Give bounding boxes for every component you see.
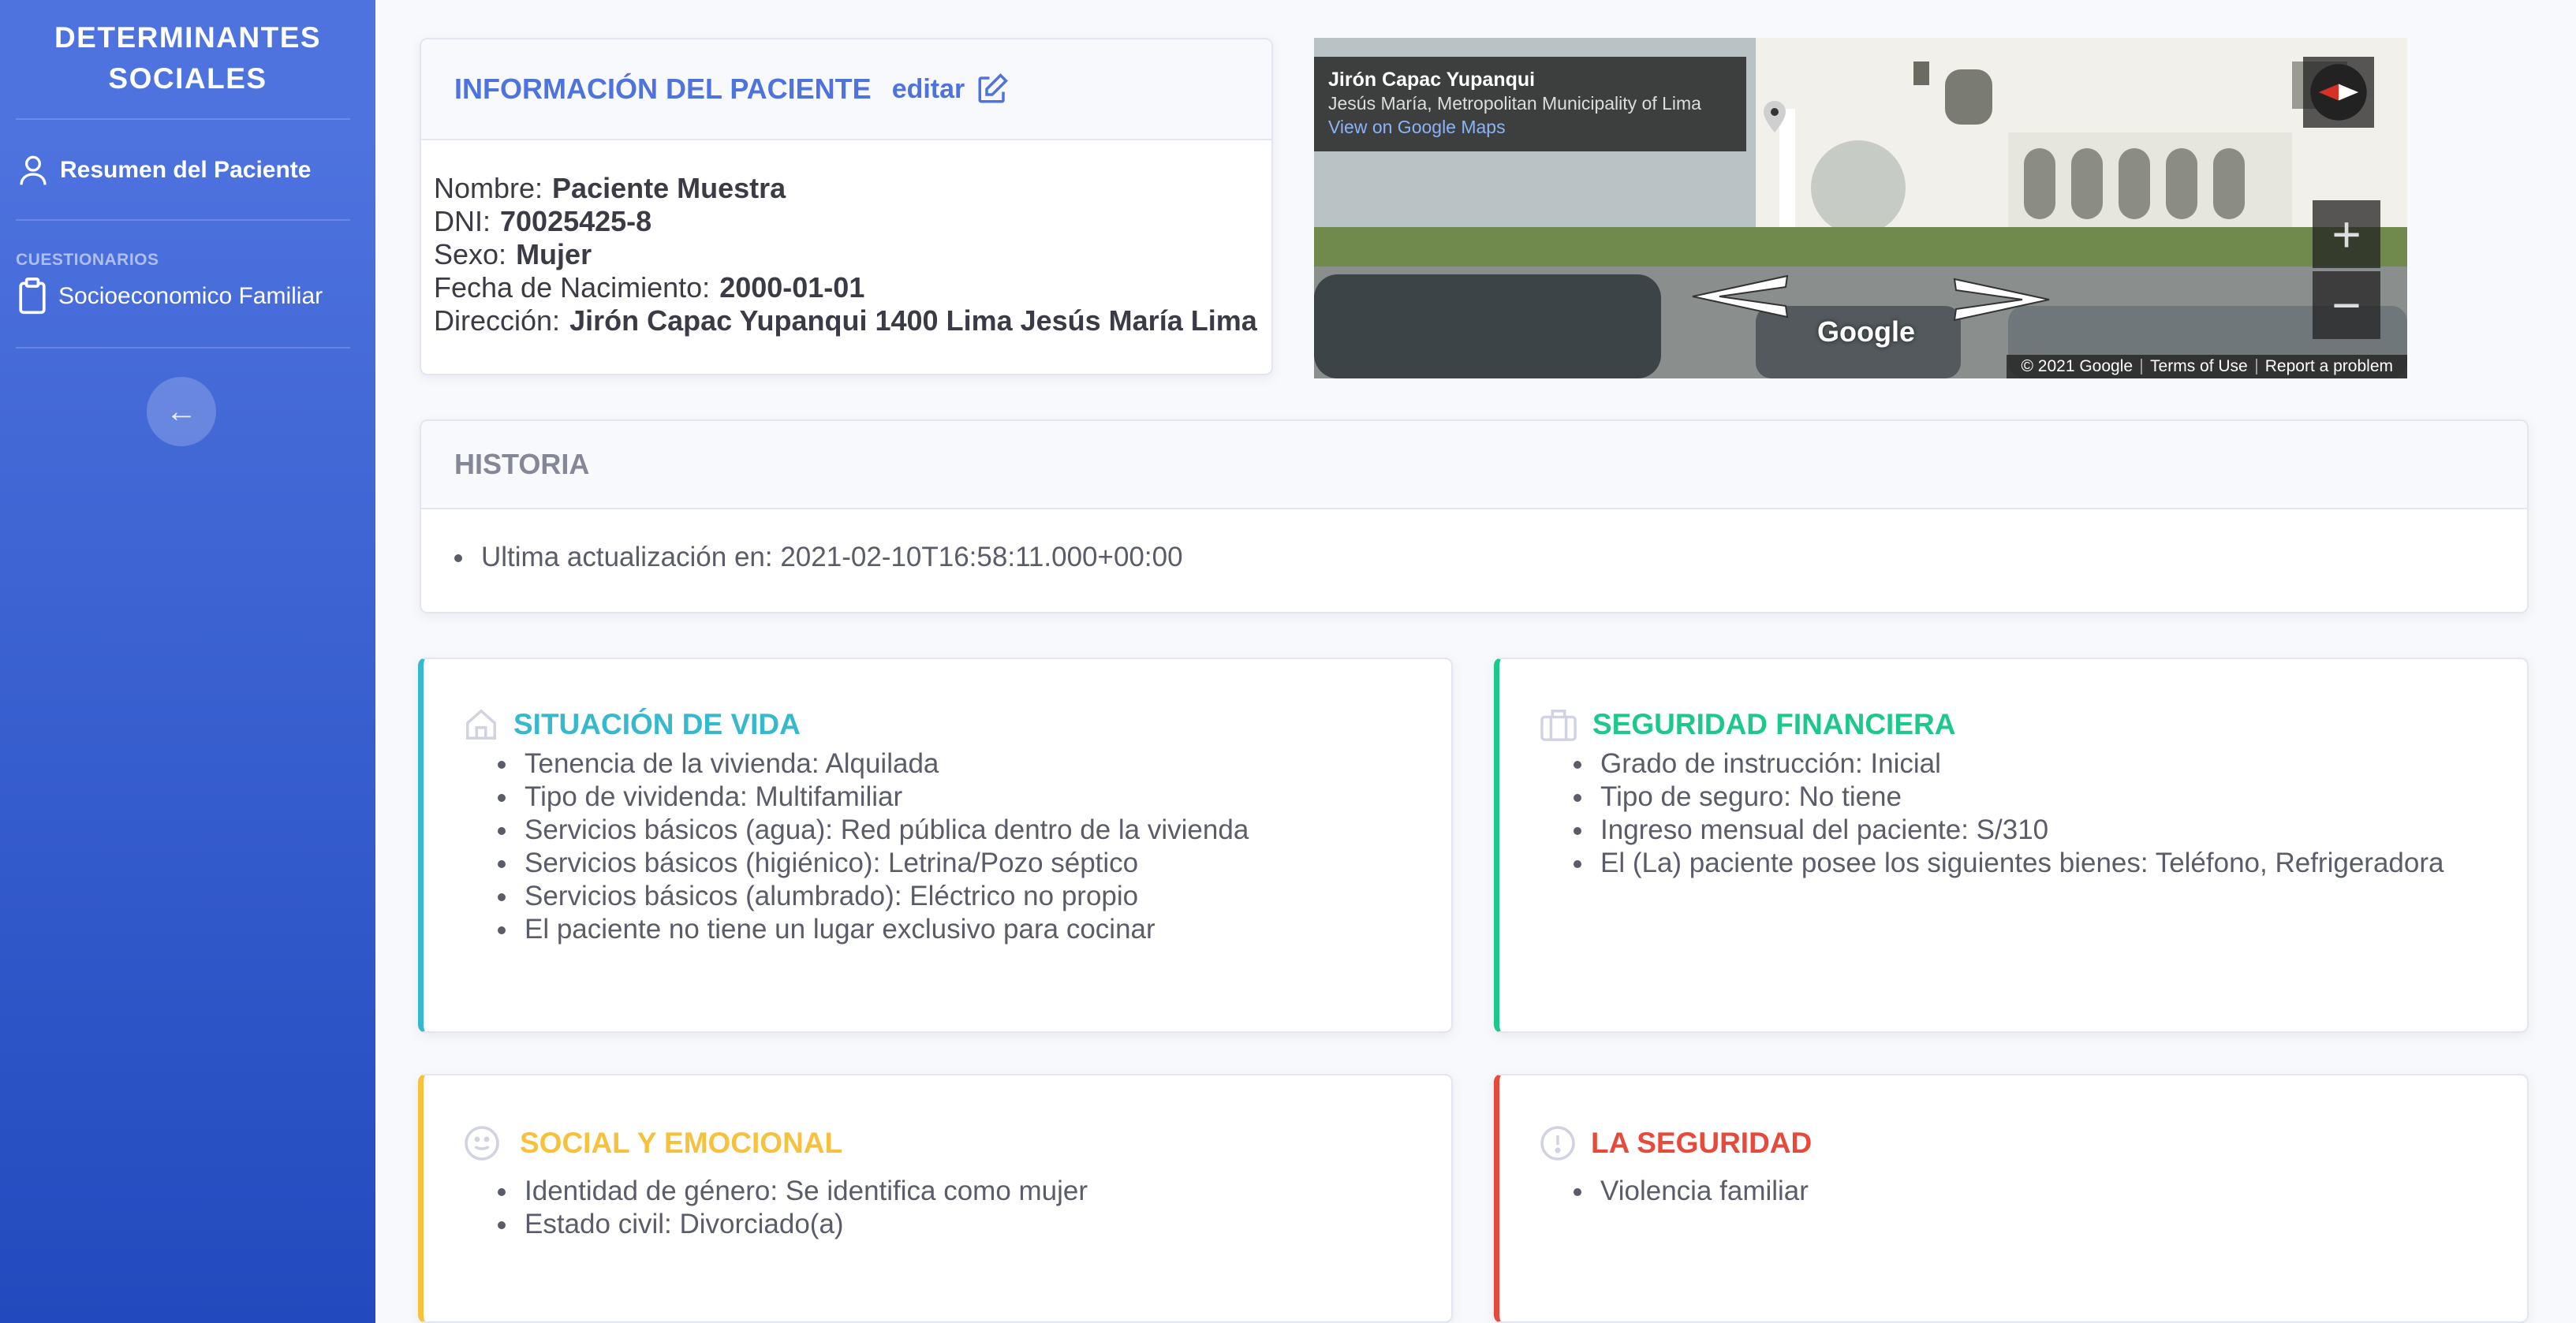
field-label: Dirección: bbox=[434, 304, 561, 337]
compass-icon bbox=[2310, 64, 2367, 121]
list-item: Tipo de vividenda: Multifamiliar bbox=[488, 781, 1249, 814]
list-item: Tenencia de la vivienda: Alquilada bbox=[488, 747, 1249, 781]
brand-line-1: DETERMINANTES bbox=[54, 21, 322, 54]
compass-control[interactable] bbox=[2303, 57, 2374, 128]
nav-item-patient-summary[interactable]: Resumen del Paciente bbox=[17, 153, 311, 188]
list-item: Estado civil: Divorciado(a) bbox=[488, 1208, 1088, 1241]
sidebar-toggle-button[interactable]: ← bbox=[147, 377, 216, 446]
list-item: Servicios básicos (alumbrado): Eléctrico… bbox=[488, 880, 1249, 913]
sidebar: DETERMINANTES SOCIALES Resumen del Pacie… bbox=[0, 0, 375, 1323]
history-title: HISTORIA bbox=[454, 448, 590, 480]
safety-card: LA SEGURIDAD Violencia familiar bbox=[1494, 1074, 2529, 1323]
list-item: Violencia familiar bbox=[1564, 1175, 1809, 1208]
patient-address: Jirón Capac Yupanqui 1400 Lima Jesús Mar… bbox=[569, 304, 1257, 337]
brand-line-2: SOCIALES bbox=[108, 62, 267, 95]
list-item: Servicios básicos (higiénico): Letrina/P… bbox=[488, 847, 1249, 880]
zoom-out-button[interactable]: − bbox=[2313, 271, 2380, 339]
nav-item-socioeconomic[interactable]: Socioeconomico Familiar bbox=[17, 278, 323, 315]
list-item: Identidad de género: Se identifica como … bbox=[488, 1175, 1088, 1208]
map-info-overlay: Jirón Capac Yupanqui Jesús María, Metrop… bbox=[1314, 57, 1786, 151]
clipboard-icon bbox=[19, 278, 46, 315]
financial-security-header: SEGURIDAD FINANCIERA bbox=[1539, 706, 1955, 743]
list-item: Ingreso mensual del paciente: S/310 bbox=[1564, 814, 2443, 847]
field-label: Fecha de Nacimiento: bbox=[434, 271, 711, 304]
social-emotional-list: Identidad de género: Se identifica como … bbox=[488, 1175, 1088, 1241]
patient-name-row: Nombre: Paciente Muestra bbox=[434, 172, 1271, 205]
social-emotional-card: SOCIAL Y EMOCIONAL Identidad de género: … bbox=[418, 1074, 1453, 1323]
map-footer: © 2021 Google Terms of Use Report a prob… bbox=[2007, 355, 2407, 378]
nav-item-patient-summary-label: Resumen del Paciente bbox=[60, 157, 312, 183]
user-icon bbox=[20, 155, 47, 185]
edit-icon[interactable] bbox=[976, 73, 1009, 106]
zoom-out-icon: − bbox=[2331, 277, 2361, 334]
map-copyright: © 2021 Google bbox=[2021, 357, 2134, 375]
patient-sex: Mujer bbox=[516, 238, 592, 270]
list-item: Servicios básicos (agua): Red pública de… bbox=[488, 814, 1249, 847]
financial-security-title: SEGURIDAD FINANCIERA bbox=[1592, 708, 1956, 740]
sidebar-divider bbox=[16, 118, 350, 120]
social-emotional-header: SOCIAL Y EMOCIONAL bbox=[463, 1124, 842, 1162]
briefcase-icon bbox=[1540, 710, 1577, 741]
safety-list: Violencia familiar bbox=[1564, 1175, 1809, 1208]
patient-info-body: Nombre: Paciente Muestra DNI: 70025425-8 S… bbox=[421, 140, 1271, 337]
patient-info-card: INFORMACIÓN DEL PACIENTE editar Nombre: P… bbox=[420, 38, 1273, 375]
safety-header: LA SEGURIDAD bbox=[1539, 1124, 1812, 1162]
patient-address-row: Dirección: Jirón Capac Yupanqui 1400 Lima… bbox=[434, 304, 1271, 337]
list-item: El (La) paciente posee los siguientes bi… bbox=[1564, 847, 2443, 880]
list-item: El paciente no tiene un lugar exclusivo … bbox=[488, 913, 1249, 946]
map-street-name: Jirón Capac Yupanqui bbox=[1328, 69, 1536, 91]
patient-dni-row: DNI: 70025425-8 bbox=[434, 205, 1271, 238]
history-card: HISTORIA Ultima actualización en: 2021-0… bbox=[420, 419, 2529, 613]
field-label: Sexo: bbox=[434, 238, 507, 270]
history-item: Ultima actualización en: 2021-02-10T16:5… bbox=[445, 541, 1183, 574]
sidebar-heading-questionnaires: CUESTIONARIOS bbox=[16, 251, 159, 269]
patient-info-title: INFORMACIÓN DEL PACIENTE bbox=[454, 73, 872, 105]
zoom-in-button[interactable]: + bbox=[2313, 200, 2380, 268]
map-locality: Jesús María, Metropolitan Municipality o… bbox=[1328, 93, 1701, 114]
sidebar-divider bbox=[16, 347, 350, 348]
pan-left-arrow-icon[interactable] bbox=[1685, 271, 1795, 322]
list-item: Grado de instrucción: Inicial bbox=[1564, 747, 2443, 781]
history-header: HISTORIA bbox=[421, 421, 2527, 509]
history-list: Ultima actualización en: 2021-02-10T16:5… bbox=[445, 541, 1183, 574]
patient-sex-row: Sexo: Mujer bbox=[434, 238, 1271, 271]
pan-right-arrow-icon[interactable] bbox=[1947, 274, 2057, 325]
field-label: DNI: bbox=[434, 205, 491, 237]
field-label: Nombre: bbox=[434, 172, 543, 204]
view-on-google-maps-link[interactable]: View on Google Maps bbox=[1328, 115, 1732, 139]
street-view-map[interactable]: Jirón Capac Yupanqui Jesús María, Metrop… bbox=[1314, 38, 2407, 378]
living-situation-title: SITUACIÓN DE VIDA bbox=[513, 708, 801, 740]
sidebar-divider bbox=[16, 219, 350, 221]
living-situation-list: Tenencia de la vivienda: Alquilada Tipo … bbox=[488, 747, 1249, 946]
social-emotional-title: SOCIAL Y EMOCIONAL bbox=[520, 1127, 843, 1159]
terms-of-use-link[interactable]: Terms of Use bbox=[2142, 357, 2256, 376]
edit-link[interactable]: editar bbox=[892, 74, 965, 105]
report-problem-link[interactable]: Report a problem bbox=[2257, 357, 2401, 376]
map-pin-icon bbox=[1764, 101, 1786, 132]
patient-dob: 2000-01-01 bbox=[719, 271, 865, 304]
living-situation-header: SITUACIÓN DE VIDA bbox=[463, 706, 801, 743]
patient-info-header: INFORMACIÓN DEL PACIENTE editar bbox=[421, 39, 1271, 140]
patient-dob-row: Fecha de Nacimiento: 2000-01-01 bbox=[434, 271, 1271, 304]
safety-title: LA SEGURIDAD bbox=[1591, 1127, 1813, 1159]
patient-name: Paciente Muestra bbox=[552, 172, 786, 204]
living-situation-card: SITUACIÓN DE VIDA Tenencia de la viviend… bbox=[418, 658, 1453, 1033]
sidebar-brand[interactable]: DETERMINANTES SOCIALES bbox=[0, 17, 375, 99]
financial-security-list: Grado de instrucción: Inicial Tipo de se… bbox=[1564, 747, 2443, 880]
zoom-in-icon: + bbox=[2331, 206, 2361, 263]
smile-icon bbox=[465, 1126, 499, 1161]
google-logo: Google bbox=[1817, 315, 1915, 348]
list-item: Tipo de seguro: No tiene bbox=[1564, 781, 2443, 814]
arrow-left-icon: ← bbox=[166, 393, 197, 429]
home-icon bbox=[466, 709, 496, 740]
financial-security-card: SEGURIDAD FINANCIERA Grado de instrucció… bbox=[1494, 658, 2529, 1033]
alert-circle-icon bbox=[1540, 1126, 1575, 1161]
nav-item-socioeconomic-label: Socioeconomico Familiar bbox=[58, 283, 323, 309]
patient-dni: 70025425-8 bbox=[500, 205, 652, 237]
